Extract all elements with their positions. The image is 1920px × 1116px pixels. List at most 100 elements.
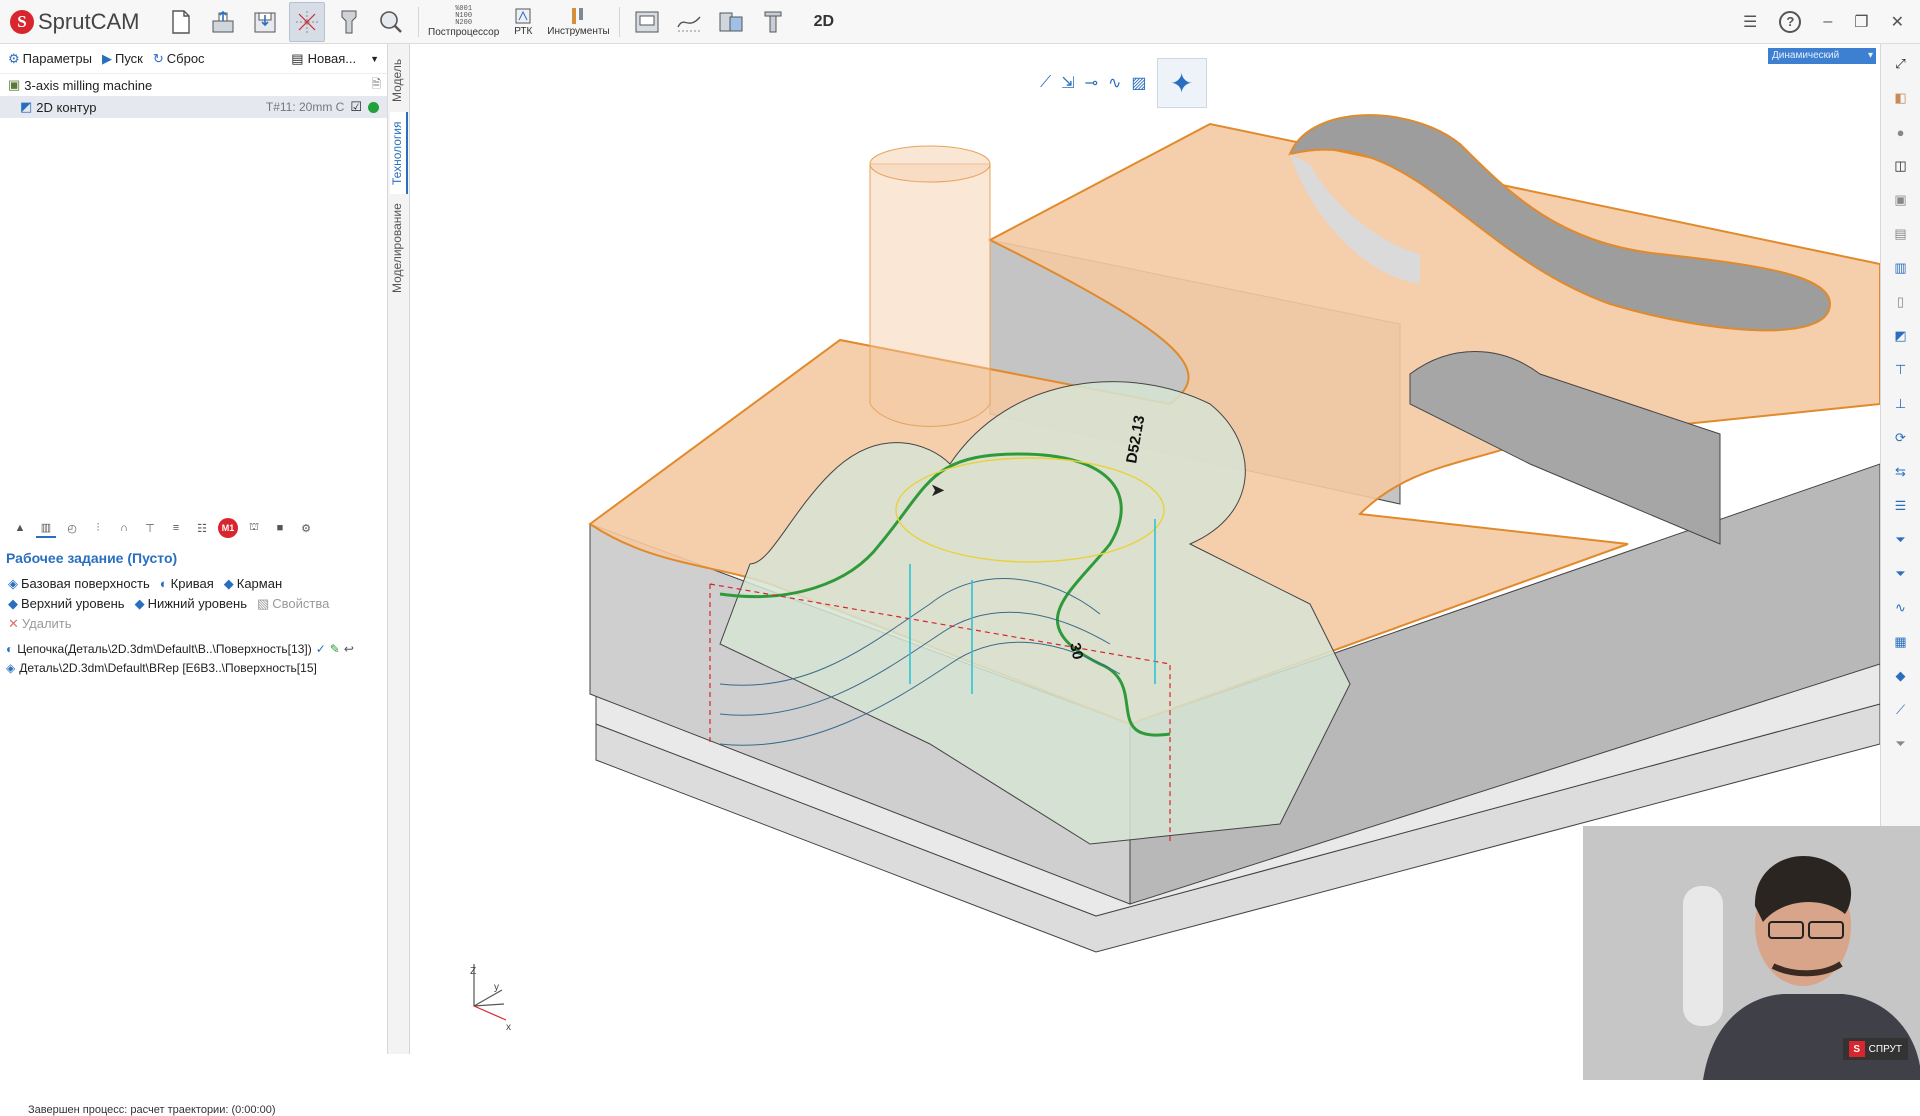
checkbox-icon[interactable]: ☑ bbox=[350, 99, 362, 115]
filter-mesh-icon[interactable]: ▦ bbox=[1887, 628, 1915, 656]
tab-modeling[interactable]: Моделирование bbox=[390, 198, 408, 298]
sprutcam-logo-icon: S bbox=[10, 9, 34, 34]
stock-icon[interactable]: ■ bbox=[270, 518, 290, 538]
tool-holder-button[interactable] bbox=[331, 2, 367, 42]
filter-face-icon[interactable]: ◆ bbox=[1887, 662, 1915, 690]
toolbar-divider bbox=[418, 6, 419, 37]
path-icon[interactable]: ∩ bbox=[114, 518, 134, 538]
view-sphere-icon[interactable]: ● bbox=[1887, 118, 1915, 146]
polyline-snap-icon[interactable]: ⊸ bbox=[1085, 73, 1098, 93]
holder-icon[interactable]: ▲ bbox=[10, 518, 30, 538]
contour-op-icon: ◩ bbox=[20, 99, 33, 114]
params-label: Параметры bbox=[22, 51, 92, 66]
select-snap-icon[interactable]: ⇲ bbox=[1061, 73, 1074, 93]
chart-icon[interactable]: ▥ bbox=[36, 518, 56, 538]
filter-point-icon[interactable]: ⏷ bbox=[1887, 560, 1915, 588]
m1-stop-icon[interactable]: M1 bbox=[218, 518, 238, 538]
params-button[interactable]: ⚙ Параметры bbox=[8, 51, 92, 67]
line-snap-icon[interactable]: ⟋ bbox=[1040, 74, 1051, 92]
axis-y-label: y bbox=[494, 982, 499, 993]
menu-icon[interactable]: ☰ bbox=[1743, 12, 1757, 32]
setup-sheet-button[interactable] bbox=[713, 2, 749, 42]
undo-icon[interactable]: ↩ bbox=[344, 640, 354, 659]
new-operation-dropdown[interactable]: ▤ Новая... ▼ bbox=[291, 51, 379, 67]
part-list-item[interactable]: ◈ Деталь\2D.3dm\Default\BRep [E6B3..\Пов… bbox=[6, 659, 386, 678]
rtk-button[interactable]: РТК bbox=[505, 2, 541, 42]
pen-icon[interactable]: ✎ bbox=[330, 640, 340, 659]
curve-button[interactable]: ◐ Кривая bbox=[160, 574, 214, 594]
doc-icon[interactable]: 🗎 bbox=[371, 75, 381, 96]
tab-technology[interactable]: Технология bbox=[390, 112, 408, 194]
edit-icon[interactable]: ✓ bbox=[316, 640, 326, 659]
chain-list-item[interactable]: ◐ Цепочка(Деталь\2D.3dm\Default\B..\Пове… bbox=[6, 640, 386, 659]
list-icon[interactable]: ☷ bbox=[192, 518, 212, 538]
curve-snap-icon[interactable]: ∿ bbox=[1108, 73, 1121, 93]
filter-solid-icon[interactable]: ⏷ bbox=[1887, 526, 1915, 554]
tool-cylinder bbox=[869, 163, 991, 427]
feed-icon[interactable]: ≡ bbox=[166, 518, 186, 538]
run-button[interactable]: ▶ Пуск bbox=[102, 51, 143, 67]
restore-icon[interactable]: ❐ bbox=[1854, 12, 1868, 32]
top-level-icon: ◆ bbox=[8, 596, 18, 611]
sliders-icon[interactable]: ⫶ bbox=[88, 518, 108, 538]
workpiece-icon[interactable]: ▤ bbox=[1887, 220, 1915, 248]
view-options-icon[interactable]: ▨ bbox=[1131, 73, 1146, 93]
save-file-button[interactable] bbox=[247, 2, 283, 42]
open-file-button[interactable] bbox=[205, 2, 241, 42]
postprocessor-button[interactable]: %001 N100 N200 Постпроцессор bbox=[428, 2, 499, 42]
new-op-label: Новая... bbox=[307, 51, 357, 66]
toolpath-view-button[interactable] bbox=[671, 2, 707, 42]
toolpath-mode-button[interactable] bbox=[289, 1, 325, 42]
fixture-icon[interactable]: ⛫ bbox=[244, 518, 264, 538]
top-level-button[interactable]: ◆ Верхний уровень bbox=[8, 594, 125, 614]
tool-library-button[interactable] bbox=[755, 2, 791, 42]
tab-model[interactable]: Модель bbox=[390, 52, 408, 108]
layers-icon[interactable]: ☰ bbox=[1887, 492, 1915, 520]
close-icon[interactable]: ✕ bbox=[1891, 12, 1904, 32]
filter-all-icon[interactable]: ⏷ bbox=[1887, 730, 1915, 758]
operations-toolbar: ⚙ Параметры ▶ Пуск ↻ Сброс ▤ Новая... ▼ bbox=[0, 44, 387, 74]
stock-view-icon[interactable]: ▯ bbox=[1887, 288, 1915, 316]
tools-button[interactable]: Инструменты bbox=[547, 2, 610, 42]
transform-icon[interactable]: ⇆ bbox=[1887, 458, 1915, 486]
help-icon[interactable]: ? bbox=[1779, 10, 1802, 33]
new-op-icon: ▤ bbox=[291, 50, 304, 66]
pocket-button[interactable]: ◆ Карман bbox=[224, 574, 282, 594]
filter-edge-icon[interactable]: ⟋ bbox=[1887, 696, 1915, 724]
gauge-icon[interactable]: ◴ bbox=[62, 518, 82, 538]
mode-2d-label[interactable]: 2D bbox=[814, 13, 834, 31]
axis-z-label: Z bbox=[470, 966, 476, 977]
robot-icon[interactable]: ⚙ bbox=[296, 518, 316, 538]
new-file-button[interactable] bbox=[163, 2, 199, 42]
view-mode-dropdown[interactable]: Динамический ▾ bbox=[1768, 48, 1876, 64]
toolpath-view-icon[interactable]: ⟳ bbox=[1887, 424, 1915, 452]
minimize-icon[interactable]: – bbox=[1823, 13, 1832, 31]
play-icon: ▶ bbox=[101, 50, 112, 66]
fit-view-icon[interactable]: ⤢ bbox=[1887, 50, 1915, 78]
chain-icon: ◐ bbox=[6, 642, 14, 656]
machine-tree-item[interactable]: ▣ 3-axis milling machine 🗎 bbox=[0, 74, 387, 96]
machine-body-icon[interactable]: ▣ bbox=[1887, 186, 1915, 214]
view-cube-icon[interactable]: ◫ bbox=[1887, 152, 1915, 180]
simulation-button[interactable] bbox=[373, 2, 409, 42]
tool-icon[interactable]: ⊤ bbox=[140, 518, 160, 538]
depth-dimension[interactable]: 30 bbox=[1066, 641, 1086, 661]
delete-label: Удалить bbox=[21, 616, 72, 631]
view-front-icon[interactable]: ◧ bbox=[1887, 84, 1915, 112]
reset-button[interactable]: ↻ Сброс bbox=[153, 51, 205, 67]
magic-wand-icon[interactable]: ✦ bbox=[1156, 58, 1207, 108]
holder-view-icon[interactable]: ⊥ bbox=[1887, 390, 1915, 418]
base-surface-button[interactable]: ◈ Базовая поверхность bbox=[8, 574, 150, 594]
postprocessor-label: Постпроцессор bbox=[428, 26, 500, 38]
bottom-level-button[interactable]: ◆ Нижний уровень bbox=[135, 594, 247, 614]
operation-tree-item[interactable]: ◩ 2D контур T#11: 20mm C ☑ bbox=[0, 96, 387, 118]
properties-button[interactable]: ▧ Свойства bbox=[257, 594, 329, 614]
fixture-view-icon[interactable]: ▥ bbox=[1887, 254, 1915, 282]
delete-button[interactable]: ✕ Удалить bbox=[8, 614, 72, 634]
tool-view-icon[interactable]: ⊤ bbox=[1887, 356, 1915, 384]
machine-view-button[interactable] bbox=[629, 2, 665, 42]
delete-icon: ✕ bbox=[8, 616, 19, 631]
surface-icon: ◈ bbox=[8, 576, 18, 591]
filter-curve-icon[interactable]: ∿ bbox=[1887, 594, 1915, 622]
part-view-icon[interactable]: ◩ bbox=[1887, 322, 1915, 350]
